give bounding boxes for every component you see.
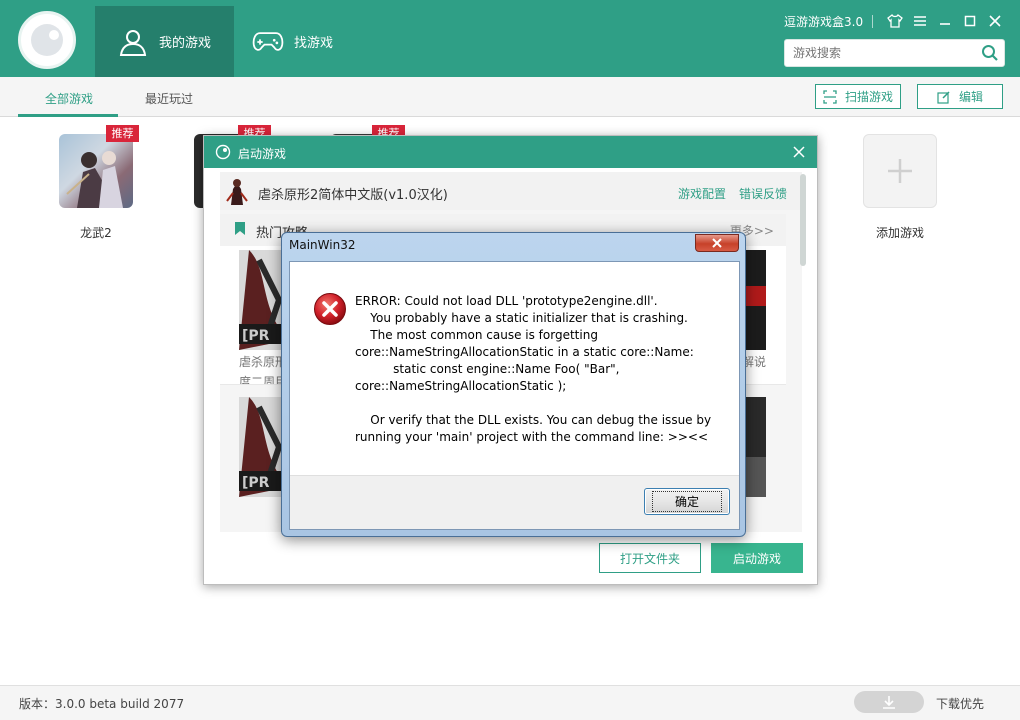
error-line: The most common cause is forgetting [355,328,598,342]
nav-tab-find-games[interactable]: 找游戏 [234,6,374,77]
sub-navigation: 全部游戏 最近玩过 扫描游戏 编辑 [0,77,1020,117]
error-icon [313,292,347,326]
error-line [355,395,735,412]
app-title: 逗游游戏盒3.0 [784,15,864,29]
close-icon[interactable] [791,144,807,160]
scan-icon [823,89,837,104]
launch-icon [215,144,231,163]
recommended-badge: 推荐 [106,125,139,142]
nav-tab-my-games[interactable]: 我的游戏 [95,6,234,77]
close-button[interactable] [695,234,739,252]
bookmark-icon [234,222,246,239]
scan-games-button[interactable]: 扫描游戏 [815,84,901,109]
error-line: Or verify that the DLL exists. You can d… [355,413,712,427]
game-config-link[interactable]: 游戏配置 [678,185,726,202]
game-tile[interactable]: 推荐 龙武2 [51,125,141,241]
button-bar: 确定 [290,475,739,529]
app-header: 我的游戏 找游戏 逗游游戏盒3.0 [0,0,1020,77]
app-logo [18,11,76,69]
error-line: You probably have a static initializer t… [355,311,688,325]
game-name: 龙武2 [80,226,112,240]
add-game-label: 添加游戏 [875,226,924,240]
svg-text:[PR: [PR [242,475,270,491]
game-cover-image [59,134,133,208]
user-icon [117,26,149,58]
dialog-header: 启动游戏 [204,136,817,168]
edit-label: 编辑 [958,90,983,104]
search-input[interactable] [785,40,975,66]
close-icon[interactable] [984,11,1006,31]
open-folder-button[interactable]: 打开文件夹 [599,543,701,573]
menu-icon[interactable] [909,11,931,31]
edit-button[interactable]: 编辑 [917,84,1003,109]
gamepad-icon [252,26,284,58]
ok-button[interactable]: 确定 [644,488,730,515]
message-box-body: ERROR: Could not load DLL 'prototype2eng… [289,261,740,530]
error-line: core::NameStringAllocationStatic in a st… [355,345,694,359]
status-bar: 版本：3.0.0 beta build 2077 下载优先 [0,685,1020,720]
error-line: ERROR: Could not load DLL 'prototype2eng… [355,294,658,308]
error-line: static const engine::Name Foo( "Bar", [355,362,620,376]
game-info-row: 虐杀原形2简体中文版(v1.0汉化) 游戏配置 错误反馈 [220,172,802,210]
guide-snippet-line: 虐杀原形 [239,355,288,369]
tab-recently-played[interactable]: 最近玩过 [145,90,193,107]
version-text: 版本：3.0.0 beta build 2077 [19,697,185,711]
tab-all-games[interactable]: 全部游戏 [45,90,93,107]
close-icon [712,238,722,248]
game-title: 虐杀原形2简体中文版(v1.0汉化) [258,188,448,203]
message-box-caption: MainWin32 [289,238,356,252]
scan-games-label: 扫描游戏 [844,90,893,104]
search-icon[interactable] [981,44,999,62]
skin-icon[interactable] [884,11,906,31]
error-line: running your 'main' project with the com… [355,430,708,444]
add-game-tile[interactable]: 添加游戏 [855,134,945,241]
game-thumbnail [223,175,251,205]
nav-tab-label: 我的游戏 [159,36,212,51]
scrollbar[interactable] [800,174,806,266]
edit-icon [937,90,950,104]
download-priority-label: 下载优先 [936,697,985,711]
ok-label: 确定 [651,491,722,512]
separator [872,14,873,28]
error-line: core::NameStringAllocationStatic ); [355,379,567,393]
error-message: ERROR: Could not load DLL 'prototype2eng… [355,293,735,446]
download-priority-toggle[interactable] [854,691,924,713]
nav-tab-label: 找游戏 [294,36,334,51]
minimize-icon[interactable] [934,11,956,31]
svg-text:[PR: [PR [242,328,270,344]
launch-game-button[interactable]: 启动游戏 [711,543,803,573]
maximize-icon[interactable] [959,11,981,31]
error-feedback-link[interactable]: 错误反馈 [739,185,787,202]
window-controls [868,11,1006,31]
error-message-box: MainWin32 ERROR: Could not load DLL 'pro… [281,232,746,537]
search-box [784,39,1005,67]
add-icon [863,134,937,208]
download-icon [883,696,895,709]
dialog-title: 启动游戏 [238,147,287,161]
